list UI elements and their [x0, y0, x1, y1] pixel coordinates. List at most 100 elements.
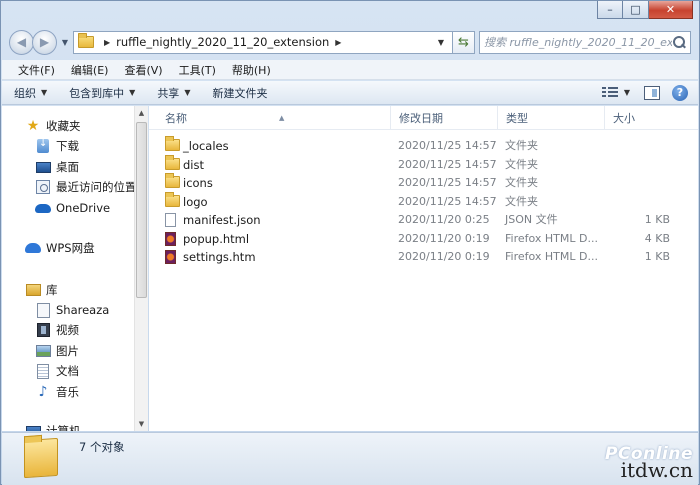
nav-recent[interactable]: 最近访问的位置: [35, 177, 137, 197]
organize-button[interactable]: 组织 ▼: [14, 85, 47, 101]
address-dropdown[interactable]: ▼: [434, 38, 448, 47]
forward-button[interactable]: ▶: [32, 29, 57, 55]
view-options-dropdown[interactable]: ▼: [624, 88, 630, 97]
file-name: logo: [183, 195, 208, 209]
nav-onedrive[interactable]: OneDrive: [35, 198, 110, 218]
music-note-icon: ♪: [38, 384, 48, 400]
explorer-window: – □ ✕ ◀ ▶ ▼ ▶ ruffle_nightly_2020_11_20_…: [0, 0, 700, 485]
column-date[interactable]: 修改日期: [391, 106, 498, 130]
file-size: [595, 174, 670, 192]
minimize-button[interactable]: –: [597, 1, 623, 19]
library-folder-icon: [36, 302, 50, 318]
nav-label: 库: [46, 283, 58, 297]
arrow-left-icon: ◀: [16, 35, 27, 49]
nav-favorites[interactable]: ★ 收藏夹: [25, 116, 81, 136]
nav-scrollbar[interactable]: ▲ ▼: [134, 106, 148, 431]
nav-computer[interactable]: 计算机: [25, 421, 81, 431]
include-library-button[interactable]: 包含到库中 ▼: [69, 85, 135, 101]
nav-downloads[interactable]: 下载: [35, 136, 79, 156]
nav-label: 计算机: [46, 424, 81, 431]
menu-bar: 文件(F) 编辑(E) 查看(V) 工具(T) 帮助(H): [2, 60, 698, 80]
column-type[interactable]: 类型: [498, 106, 605, 130]
share-button[interactable]: 共享 ▼: [157, 85, 190, 101]
view-options-icon[interactable]: [601, 86, 618, 99]
preview-pane-icon[interactable]: [644, 85, 660, 100]
chevron-down-icon: ▼: [41, 88, 48, 97]
chevron-right-icon[interactable]: ▶: [104, 38, 110, 47]
folder-icon: [24, 437, 58, 479]
nav-videos[interactable]: 视频: [35, 320, 79, 340]
command-bar: 组织 ▼ 包含到库中 ▼ 共享 ▼ 新建文件夹 ▼ ?: [2, 81, 698, 105]
file-size: 1 KB: [644, 250, 670, 263]
menu-file[interactable]: 文件(F): [10, 62, 63, 78]
scroll-down-icon[interactable]: ▼: [135, 417, 148, 431]
nav-label: OneDrive: [56, 201, 111, 215]
recent-places-icon: [36, 180, 50, 194]
menu-help[interactable]: 帮助(H): [224, 62, 279, 78]
file-row[interactable]: popup.html 2020/11/20 0:19 Firefox HTML …: [161, 230, 698, 248]
menu-view[interactable]: 查看(V): [116, 62, 170, 78]
file-type: 文件夹: [505, 195, 538, 208]
nav-libraries[interactable]: 库: [25, 280, 58, 300]
nav-label: 视频: [56, 323, 79, 337]
scroll-up-icon[interactable]: ▲: [135, 106, 148, 120]
file-type: 文件夹: [505, 158, 538, 171]
chevron-down-icon: ▼: [184, 88, 191, 97]
file-size: 1 KB: [644, 213, 670, 226]
file-type: JSON 文件: [505, 213, 558, 226]
refresh-icon: ⇆: [458, 34, 469, 50]
file-row[interactable]: _locales 2020/11/25 14:57 文件夹: [161, 136, 698, 155]
details-pane: 7 个对象: [2, 432, 698, 485]
close-button[interactable]: ✕: [649, 1, 693, 19]
breadcrumb-segment[interactable]: ruffle_nightly_2020_11_20_extension: [116, 35, 329, 49]
file-row[interactable]: dist 2020/11/25 14:57 文件夹: [161, 155, 698, 174]
address-bar[interactable]: ▶ ruffle_nightly_2020_11_20_extension ▶ …: [73, 30, 453, 54]
nav-label: Shareaza: [56, 303, 110, 317]
file-row[interactable]: manifest.json 2020/11/20 0:25 JSON 文件 1 …: [161, 211, 698, 229]
nav-desktop[interactable]: 桌面: [35, 157, 79, 177]
column-size[interactable]: 大小: [605, 106, 675, 130]
help-icon[interactable]: ?: [672, 84, 688, 101]
file-date: 2020/11/20 0:19: [398, 250, 490, 263]
chevron-right-icon[interactable]: ▶: [335, 38, 341, 47]
search-input[interactable]: 搜索 ruffle_nightly_2020_11_20_ext...: [479, 30, 691, 54]
search-icon[interactable]: [672, 35, 686, 49]
column-headers: 名称 ▲ 修改日期 类型 大小: [149, 106, 698, 130]
nav-pictures[interactable]: 图片: [35, 341, 79, 361]
file-row[interactable]: icons 2020/11/25 14:57 文件夹: [161, 173, 698, 192]
file-date: 2020/11/20 0:19: [398, 232, 490, 245]
file-size: [595, 156, 670, 174]
library-icon: [25, 284, 41, 296]
window-controls: – □ ✕: [597, 1, 693, 19]
nav-documents[interactable]: 文档: [35, 361, 79, 381]
nav-label: 文档: [56, 364, 79, 378]
file-name: popup.html: [183, 232, 250, 246]
nav-label: 收藏夹: [46, 119, 81, 133]
file-row[interactable]: settings.htm 2020/11/20 0:19 Firefox HTM…: [161, 248, 698, 266]
picture-icon: [35, 345, 51, 357]
file-row[interactable]: logo 2020/11/25 14:57 文件夹: [161, 192, 698, 211]
navigation-pane: ★ 收藏夹 下载 桌面 最近访问的位置 OneDrive WPS网盘 库: [2, 106, 148, 431]
menu-edit[interactable]: 编辑(E): [63, 62, 117, 78]
refresh-button[interactable]: ⇆: [453, 30, 475, 54]
onedrive-cloud-icon: [35, 203, 51, 213]
minimize-icon: –: [607, 3, 613, 16]
back-button[interactable]: ◀: [9, 29, 34, 55]
file-date: 2020/11/20 0:25: [398, 213, 490, 226]
search-placeholder: 搜索 ruffle_nightly_2020_11_20_ext...: [484, 36, 672, 49]
file-date: 2020/11/25 14:57: [398, 195, 497, 208]
nav-wps-drive[interactable]: WPS网盘: [25, 238, 95, 258]
file-date: 2020/11/25 14:57: [398, 139, 497, 152]
menu-tools[interactable]: 工具(T): [171, 62, 224, 78]
column-name[interactable]: 名称 ▲: [157, 106, 391, 130]
wps-cloud-icon: [25, 243, 41, 253]
nav-music[interactable]: ♪ 音乐: [35, 382, 79, 402]
computer-icon: [25, 425, 41, 431]
file-name: manifest.json: [183, 213, 261, 227]
nav-shareaza[interactable]: Shareaza: [35, 300, 109, 320]
scroll-thumb[interactable]: [136, 122, 147, 298]
history-dropdown[interactable]: ▼: [60, 38, 70, 47]
file-date: 2020/11/25 14:57: [398, 176, 497, 189]
maximize-button[interactable]: □: [623, 1, 649, 19]
new-folder-button[interactable]: 新建文件夹: [212, 85, 267, 101]
